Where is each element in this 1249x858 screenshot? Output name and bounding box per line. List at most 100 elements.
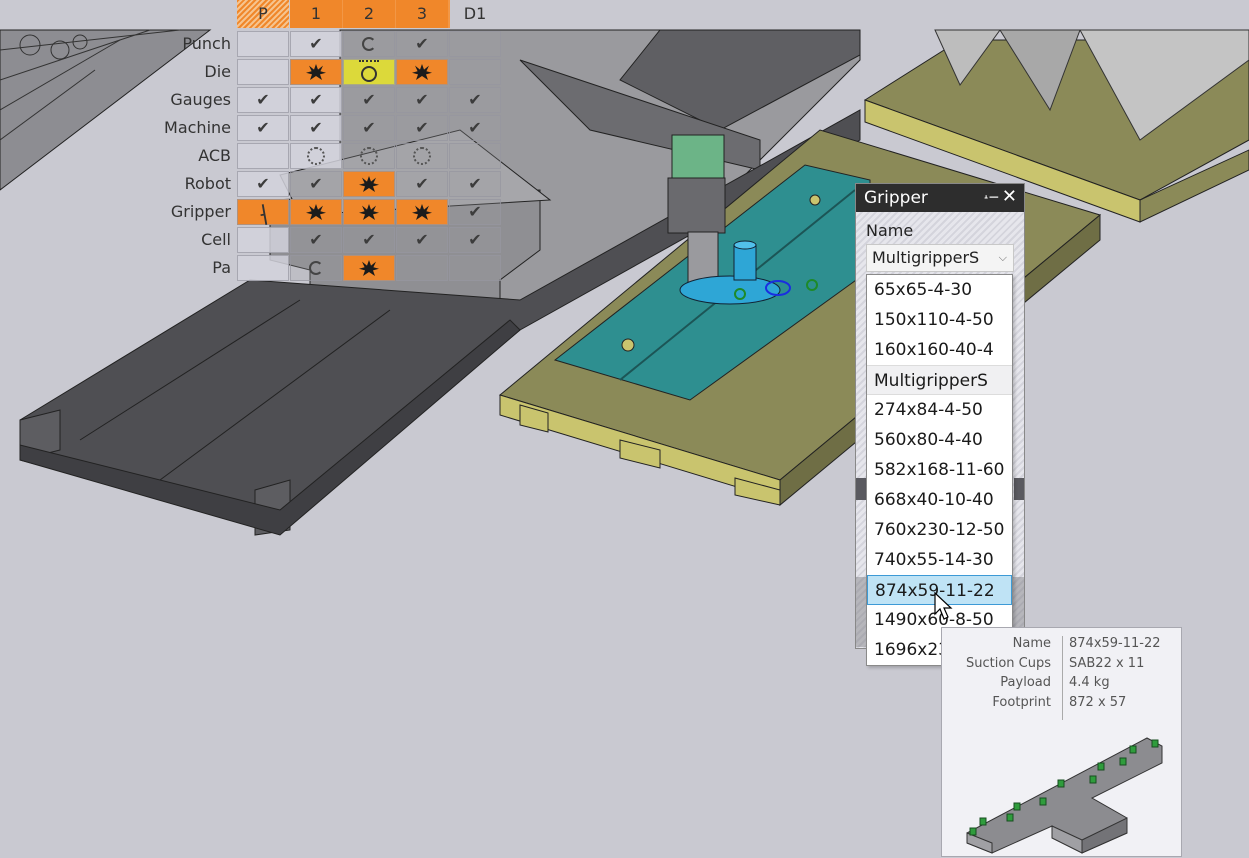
tooltip-value: 874x59-11-22 [1069, 636, 1161, 651]
matrix-column-header[interactable]: 1 [290, 0, 344, 28]
matrix-cell[interactable] [343, 199, 395, 225]
matrix-cell[interactable] [290, 31, 342, 57]
tooltip-value: 4.4 kg [1069, 675, 1110, 690]
check-icon [415, 34, 428, 54]
matrix-cell[interactable] [290, 199, 342, 225]
matrix-cell[interactable] [290, 59, 342, 85]
matrix-cell[interactable] [237, 31, 289, 57]
matrix-row-label: Die [204, 62, 231, 81]
matrix-cell[interactable] [449, 199, 501, 225]
partial-circle-icon [309, 261, 323, 275]
matrix-cell[interactable] [343, 87, 395, 113]
matrix-cell[interactable] [237, 171, 289, 197]
error-burst-icon [306, 64, 326, 80]
matrix-row-label: Gripper [170, 202, 231, 221]
matrix-cell[interactable] [449, 227, 501, 253]
matrix-row-label: Machine [164, 118, 231, 137]
matrix-cell[interactable] [449, 59, 501, 85]
matrix-cell[interactable] [343, 227, 395, 253]
matrix-cell[interactable] [343, 59, 395, 85]
matrix-cell[interactable] [343, 31, 395, 57]
check-icon [415, 230, 428, 250]
tooltip-row: Name 874x59-11-22 [942, 636, 1181, 656]
dropdown-option[interactable]: 65x65-4-30 [867, 275, 1012, 305]
die-warning-icon [359, 60, 379, 82]
matrix-cell[interactable] [396, 87, 448, 113]
check-icon [468, 230, 481, 250]
pin-icon[interactable]: ˔─ [983, 184, 998, 212]
check-icon [468, 90, 481, 110]
name-label: Name [866, 221, 914, 240]
gripper-info-tooltip: Name 874x59-11-22 Suction Cups SAB22 x 11 Pa… [941, 627, 1182, 857]
dropdown-option[interactable]: 560x80-4-40 [867, 425, 1012, 455]
gripper-panel-header: Gripper ˔─ ✕ [856, 184, 1024, 212]
tooltip-value: SAB22 x 11 [1069, 655, 1145, 671]
matrix-cell[interactable] [237, 59, 289, 85]
matrix-cell[interactable] [290, 115, 342, 141]
check-icon [415, 118, 428, 138]
matrix-column-header[interactable]: D1 [449, 0, 501, 28]
mouse-cursor-icon [934, 592, 953, 620]
matrix-cell[interactable] [449, 115, 501, 141]
matrix-cell[interactable] [290, 255, 342, 281]
check-icon [256, 174, 269, 194]
tooltip-key: Name [1012, 636, 1051, 651]
check-icon [468, 174, 481, 194]
matrix-cell[interactable] [290, 171, 342, 197]
dropdown-option[interactable]: 274x84-4-50 [867, 395, 1012, 425]
matrix-cell[interactable] [396, 59, 448, 85]
matrix-cell[interactable] [237, 115, 289, 141]
matrix-cell[interactable] [396, 227, 448, 253]
matrix-cell[interactable] [449, 87, 501, 113]
check-icon [468, 118, 481, 138]
dropdown-option[interactable]: 150x110-4-50 [867, 305, 1012, 335]
matrix-cell[interactable] [449, 255, 501, 281]
matrix-row-label: ACB [198, 146, 231, 165]
check-icon [362, 90, 375, 110]
matrix-cell[interactable] [343, 115, 395, 141]
matrix-cell[interactable] [449, 31, 501, 57]
matrix-cell[interactable] [290, 227, 342, 253]
dropdown-option[interactable]: 668x40-10-40 [867, 485, 1012, 515]
matrix-cell[interactable]: ⸡ [237, 199, 289, 225]
dropdown-option[interactable]: 740x55-14-30 [867, 545, 1012, 575]
matrix-column-header[interactable]: P [237, 0, 289, 28]
matrix-cell[interactable] [290, 143, 342, 169]
dropdown-option[interactable]: 582x168-11-60 [867, 455, 1012, 485]
matrix-column-header[interactable]: 3 [396, 0, 450, 28]
check-icon [362, 230, 375, 250]
check-icon [362, 118, 375, 138]
tooltip-key: Suction Cups [965, 655, 1051, 671]
partial-circle-icon [362, 37, 376, 51]
matrix-cell[interactable] [396, 115, 448, 141]
matrix-cell[interactable] [343, 255, 395, 281]
matrix-cell[interactable] [449, 171, 501, 197]
gripper-name-select[interactable]: MultigripperS ⌵ [866, 244, 1014, 272]
dropdown-option[interactable]: 160x160-40-4 [867, 335, 1012, 365]
gauge-icon: ⸡ [255, 199, 271, 226]
matrix-cell[interactable] [396, 171, 448, 197]
dropdown-option[interactable]: 760x230-12-50 [867, 515, 1012, 545]
matrix-cell[interactable] [449, 143, 501, 169]
matrix-cell[interactable] [290, 87, 342, 113]
pending-circle-icon [307, 147, 325, 165]
check-icon [415, 90, 428, 110]
matrix-cell[interactable] [396, 199, 448, 225]
matrix-cell[interactable] [396, 31, 448, 57]
matrix-cell[interactable] [396, 143, 448, 169]
matrix-cell[interactable] [343, 171, 395, 197]
chevron-down-icon: ⌵ [998, 251, 1007, 264]
matrix-cell[interactable] [396, 255, 448, 281]
check-icon [309, 34, 322, 54]
gripper-preview-image [966, 737, 1163, 854]
close-icon[interactable]: ✕ [1002, 183, 1017, 211]
matrix-cell[interactable] [237, 227, 289, 253]
check-icon [309, 90, 322, 110]
matrix-cell[interactable] [237, 143, 289, 169]
matrix-cell[interactable] [237, 255, 289, 281]
matrix-cell[interactable] [343, 143, 395, 169]
collapsed-section-bar-right [1014, 478, 1024, 500]
matrix-cell[interactable] [237, 87, 289, 113]
pending-circle-icon [413, 147, 431, 165]
matrix-column-header[interactable]: 2 [343, 0, 397, 28]
